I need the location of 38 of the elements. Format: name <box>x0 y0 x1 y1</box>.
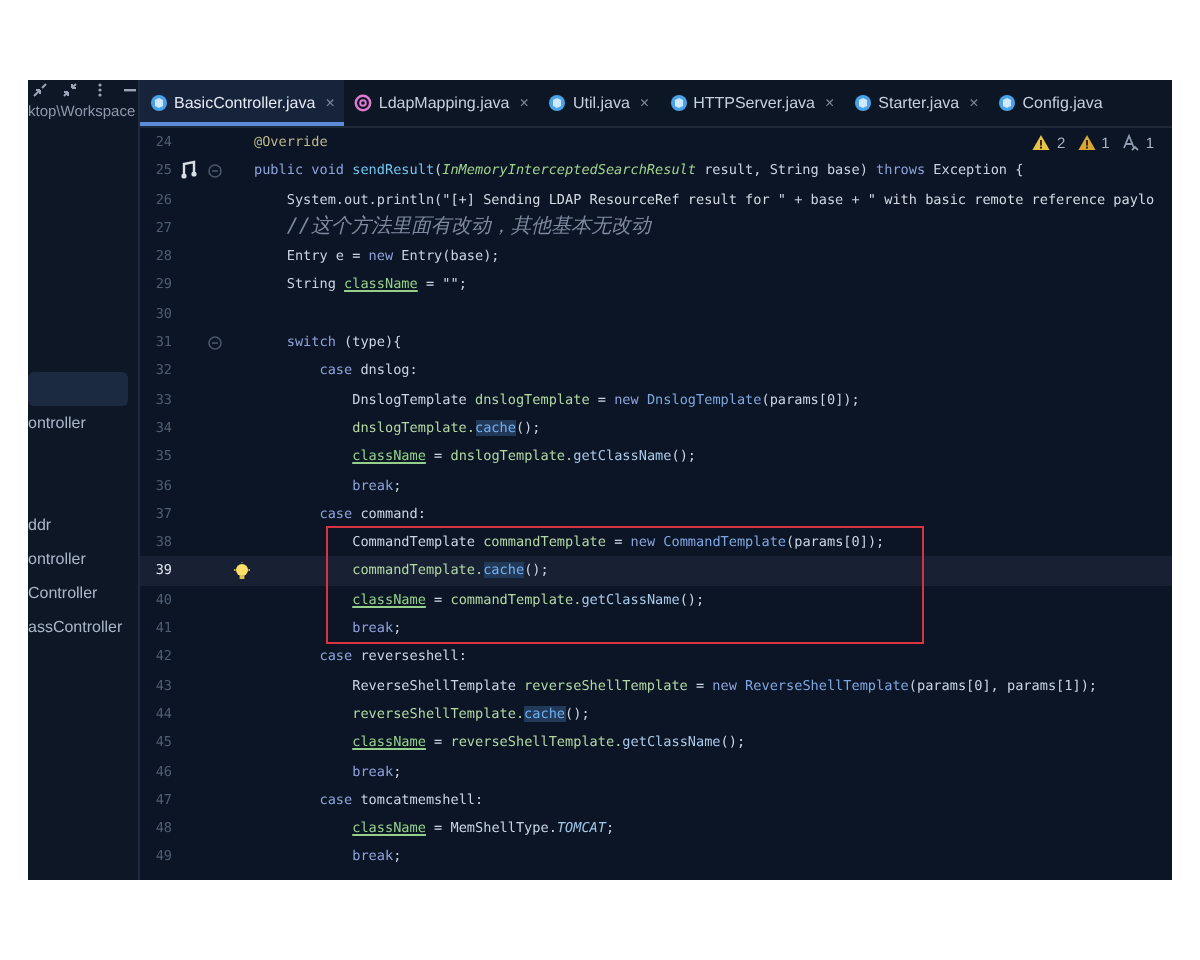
close-button[interactable]: × <box>824 94 835 112</box>
tree-item[interactable]: assController <box>28 610 128 644</box>
collapse-icon[interactable] <box>62 82 78 98</box>
code-line: //这个方法里面有改动，其他基本无改动 <box>284 213 651 242</box>
tab-label[interactable]: HTTPServer.java <box>693 94 815 112</box>
annotation-icon <box>354 94 373 112</box>
class-icon <box>998 94 1017 112</box>
tree-item[interactable]: ddr <box>28 508 128 542</box>
warning-icon <box>1077 134 1096 152</box>
editor-tab[interactable]: HTTPServer.java × <box>659 80 845 126</box>
tab-label[interactable]: LdapMapping.java <box>378 94 510 112</box>
close-button[interactable]: × <box>639 94 650 112</box>
class-icon <box>548 94 567 112</box>
tree-item[interactable]: ontroller <box>28 542 128 576</box>
close-button[interactable]: × <box>969 94 979 112</box>
fold-icon[interactable] <box>208 163 222 178</box>
editor-tab[interactable]: Config.java <box>988 80 1113 126</box>
close-button[interactable]: × <box>519 94 529 112</box>
tab-label[interactable]: BasicController.java <box>174 94 316 112</box>
class-icon <box>150 94 168 112</box>
tree-item[interactable]: Controller <box>28 576 128 610</box>
expand-icon[interactable] <box>32 82 48 98</box>
tab-label[interactable]: Config.java <box>1022 94 1103 112</box>
fold-icon[interactable] <box>208 335 222 350</box>
tab-label[interactable]: Util.java <box>572 94 630 112</box>
editor-tab[interactable]: BasicController.java × <box>140 80 345 126</box>
class-icon <box>669 94 688 112</box>
editor-tab[interactable]: Starter.java × <box>844 80 989 126</box>
spellcheck-icon <box>1121 134 1140 152</box>
lightbulb-icon[interactable] <box>233 562 249 581</box>
editor-tab[interactable]: LdapMapping.java × <box>344 80 539 126</box>
tree-item[interactable]: ontroller <box>28 406 128 440</box>
tab-label[interactable]: Starter.java <box>878 94 960 112</box>
class-icon <box>854 94 873 112</box>
method-marker-icon[interactable] <box>180 160 198 181</box>
editor-tab[interactable]: Util.java × <box>538 80 660 126</box>
close-button[interactable]: × <box>325 94 335 112</box>
warning-icon <box>1032 134 1051 152</box>
